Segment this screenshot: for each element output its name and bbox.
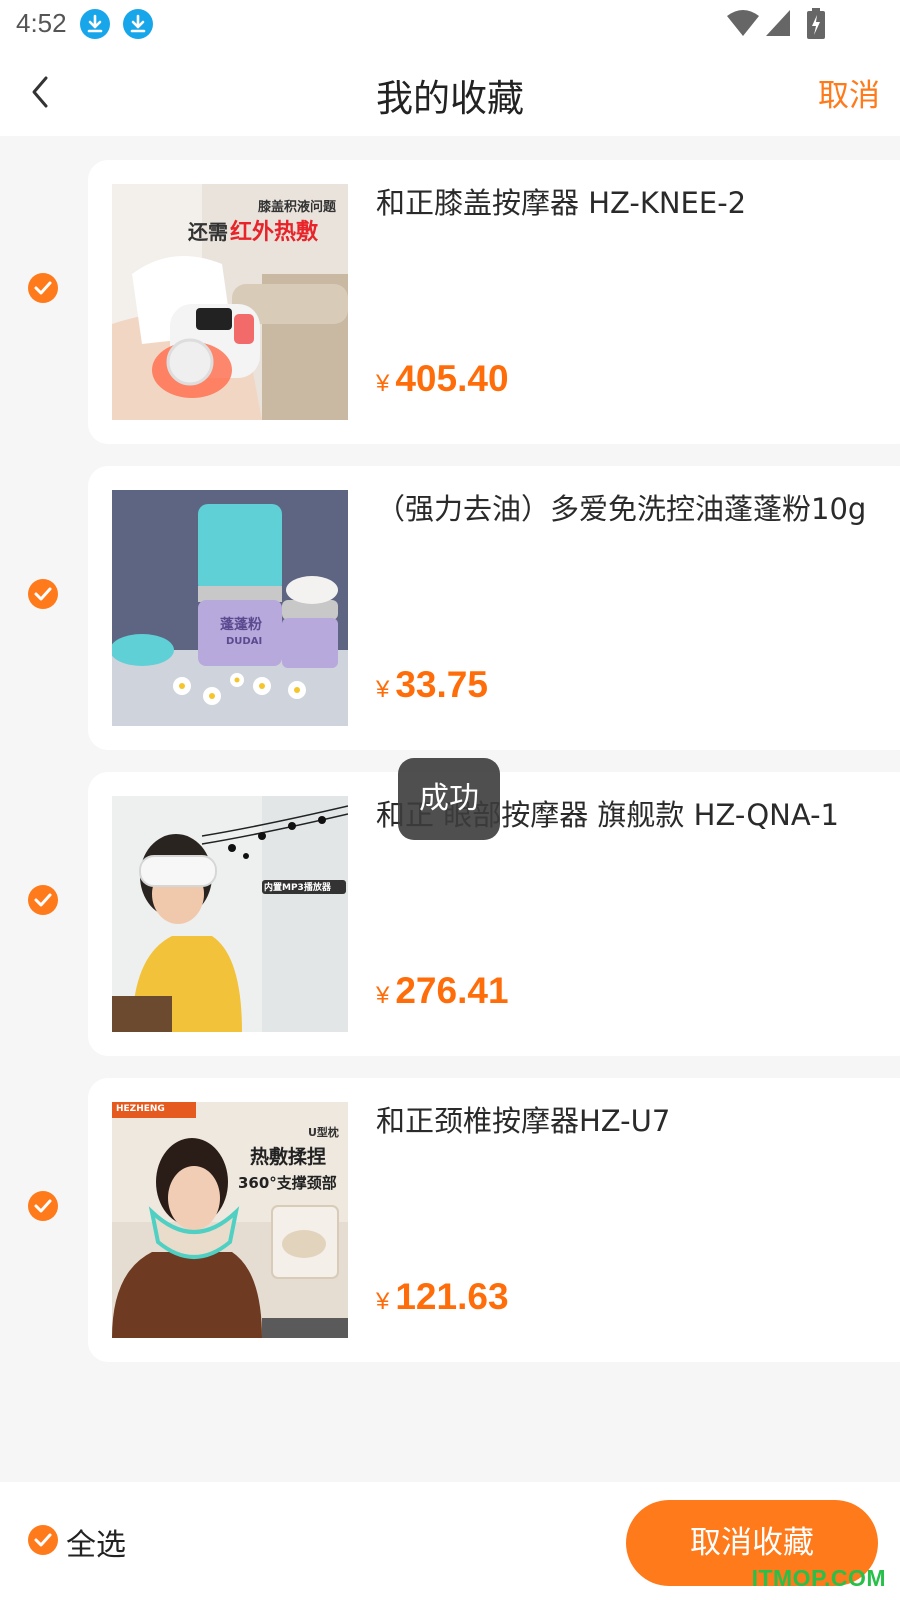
product-image: 膝盖积液问题 还需 红外热敷 (112, 184, 348, 420)
product-price: ¥276.41 (376, 970, 509, 1012)
item-checkbox[interactable] (28, 885, 58, 915)
currency-symbol: ¥ (376, 676, 390, 703)
product-image-caption: HEZHENG (116, 1104, 165, 1114)
check-icon (34, 1199, 52, 1213)
price-value: 121.63 (395, 1276, 509, 1317)
product-title: 和正颈椎按摩器HZ-U7 (376, 1104, 671, 1138)
status-time: 4:52 (16, 8, 67, 38)
product-image: HEZHENG U型枕 热敷揉捏 360°支撑颈部 (112, 1102, 348, 1338)
download-icon (80, 9, 110, 39)
list-item: 蓬蓬粉 DUDAI （强力去油）多爱免洗控油蓬蓬粉10g ¥33.75 (0, 442, 900, 750)
product-image-caption: 内置MP3播放器 (264, 883, 331, 893)
product-title: （强力去油）多爱免洗控油蓬蓬粉10g (376, 492, 867, 526)
price-value: 276.41 (395, 970, 509, 1011)
bottom-action-bar: 全选 取消收藏 ITMOP.COM (0, 1482, 900, 1600)
product-price: ¥33.75 (376, 664, 488, 706)
check-icon (34, 281, 52, 295)
download-icon (123, 9, 153, 39)
select-all-checkbox[interactable] (28, 1525, 58, 1555)
item-checkbox[interactable] (28, 1191, 58, 1221)
price-value: 405.40 (395, 358, 509, 399)
list-item: 膝盖积液问题 还需 红外热敷 和正膝盖按摩器 HZ-KNEE-2 ¥405.40 (0, 136, 900, 444)
product-image-caption: 红外热敷 (230, 220, 319, 245)
item-checkbox[interactable] (28, 579, 58, 609)
header: 我的收藏 取消 (0, 48, 900, 136)
list-item: HEZHENG U型枕 热敷揉捏 360°支撑颈部 和正颈椎按摩器HZ-U7 ¥… (0, 1054, 900, 1362)
product-image-caption: 热敷揉捏 (250, 1146, 327, 1168)
product-image-caption: 膝盖积液问题 (258, 200, 337, 215)
cancel-edit-button[interactable]: 取消 (818, 70, 880, 115)
price-value: 33.75 (395, 664, 488, 705)
item-checkbox[interactable] (28, 273, 58, 303)
currency-symbol: ¥ (376, 370, 390, 397)
check-icon (34, 587, 52, 601)
product-card[interactable]: 蓬蓬粉 DUDAI （强力去油）多爱免洗控油蓬蓬粉10g ¥33.75 (88, 466, 900, 750)
product-card[interactable]: HEZHENG U型枕 热敷揉捏 360°支撑颈部 和正颈椎按摩器HZ-U7 ¥… (88, 1078, 900, 1362)
currency-symbol: ¥ (376, 1288, 390, 1315)
product-price: ¥121.63 (376, 1276, 509, 1318)
select-all-label[interactable]: 全选 (66, 1520, 126, 1564)
product-image-caption: 360°支撑颈部 (238, 1174, 337, 1192)
product-image-caption: DUDAI (226, 636, 263, 647)
signal-icon (766, 10, 790, 36)
product-image-caption: 还需 (188, 220, 228, 244)
wifi-icon (727, 10, 759, 36)
toast-message: 成功 (398, 758, 500, 840)
currency-symbol: ¥ (376, 982, 390, 1009)
status-bar: 4:52 (0, 0, 900, 48)
product-image-caption: 蓬蓬粉 (220, 617, 262, 633)
product-card[interactable]: 膝盖积液问题 还需 红外热敷 和正膝盖按摩器 HZ-KNEE-2 ¥405.40 (88, 160, 900, 444)
product-image-caption: U型枕 (308, 1126, 339, 1139)
check-icon (34, 893, 52, 907)
product-price: ¥405.40 (376, 358, 509, 400)
product-image: 内置MP3播放器 (112, 796, 348, 1032)
product-title: 和正膝盖按摩器 HZ-KNEE-2 (376, 186, 747, 220)
page-title: 我的收藏 (376, 77, 524, 120)
battery-charging-icon (807, 8, 825, 39)
check-icon (34, 1533, 52, 1547)
product-image: 蓬蓬粉 DUDAI (112, 490, 348, 726)
watermark: ITMOP.COM (751, 1565, 886, 1591)
